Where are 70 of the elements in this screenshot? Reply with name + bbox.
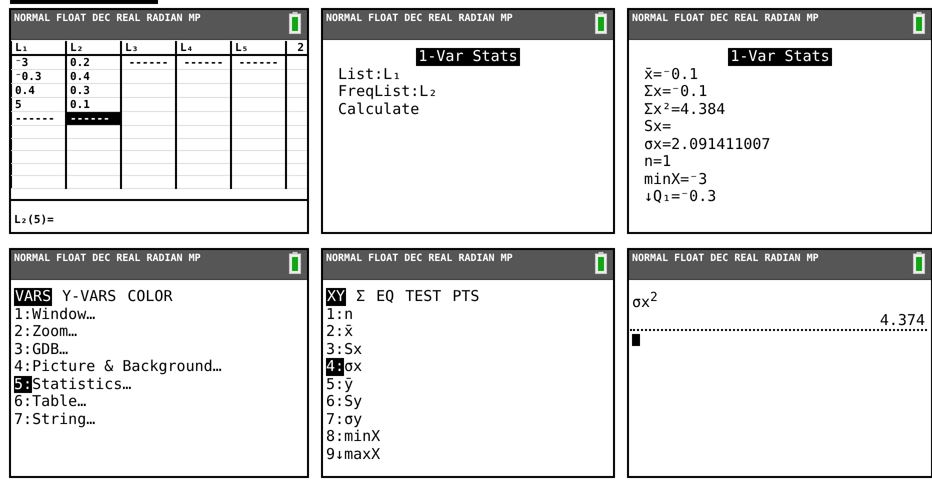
menu-item[interactable]: 5:ȳ [326,376,607,393]
menu-tab[interactable]: Y-VARS [61,288,118,306]
result-line: FreqList:L₂ [337,83,438,100]
column-header: L₁ [12,41,66,55]
menu-tab[interactable]: Σ [355,288,366,306]
result-line: σx=2.091411007 [643,136,772,153]
battery-icon [595,12,607,34]
mode-indicator: NORMAL FLOAT DEC REAL RADIAN MP [632,13,819,24]
menu-tab[interactable]: COLOR [126,288,174,306]
result-line: Σx=⁻0.1 [643,83,708,100]
result-line: minX=⁻3 [643,170,708,188]
table-cell[interactable]: ------ [121,55,176,70]
mode-indicator: NORMAL FLOAT DEC REAL RADIAN MP [632,253,819,264]
table-cell[interactable]: ⁻0.3 [12,70,66,84]
cursor [632,334,640,346]
menu-item[interactable]: 4:Picture & Background… [14,358,301,376]
result-line: x̄=⁻0.1 [643,66,700,83]
screen-title: 1-Var Stats [728,48,832,66]
table-cell[interactable]: 0.2 [66,55,121,70]
menu-item[interactable]: 5:Statistics… [14,376,301,393]
table-cell[interactable]: 0.4 [12,84,66,98]
column-header: L₅ [231,41,286,55]
result-line: Calculate [337,100,420,118]
menu-tab[interactable]: VARS [14,288,52,306]
result-line: List:L₁ [337,66,402,83]
result-line: ↓Q₁=⁻0.3 [643,188,718,206]
table-cell[interactable]: ------ [176,55,231,70]
column-header: L₂ [66,41,121,55]
table-cell[interactable]: 0.3 [66,84,121,98]
battery-icon [595,252,607,274]
entry-line: L₂(5)= [11,199,307,232]
entry-expression: σx$^{2}$ [632,288,659,312]
battery-icon [913,252,925,274]
table-cell[interactable]: ⁻3 [12,55,66,70]
table-cell[interactable]: 5 [12,98,66,112]
mode-indicator: NORMAL FLOAT DEC REAL RADIAN MP [14,13,201,24]
menu-item[interactable]: 7:String… [14,410,301,428]
result-line: n=1 [643,153,672,170]
table-cell[interactable]: ------ [66,112,121,126]
table-cell[interactable]: ------ [231,55,286,70]
table-cell[interactable]: 0.4 [66,70,121,84]
screen-title: 1-Var Stats [416,48,520,66]
result-line: Sx= [643,118,672,136]
menu-item[interactable]: 6:Sy [326,393,607,410]
menu-item[interactable]: 1:Window… [14,306,301,323]
menu-tab[interactable]: TEST [404,288,442,306]
menu-tab[interactable]: XY [326,288,346,306]
column-header: 2 [286,41,307,55]
menu-item[interactable]: 2:x̄ [326,323,607,340]
menu-item[interactable]: 6:Table… [14,393,301,410]
result-value: 4.374 [878,312,925,329]
column-header: L₃ [121,41,176,55]
menu-item[interactable]: 3:Sx [326,340,607,358]
mode-indicator: NORMAL FLOAT DEC REAL RADIAN MP [326,13,513,24]
menu-item[interactable]: 8:minX [326,428,607,446]
result-line: Σx²=4.384 [643,100,726,118]
menu-item[interactable]: 9↓maxX [326,446,607,463]
battery-icon [289,252,301,274]
menu-tab[interactable]: PTS [451,288,480,306]
menu-item[interactable]: 3:GDB… [14,340,301,358]
battery-icon [289,12,301,34]
menu-tab[interactable]: EQ [375,288,396,306]
battery-icon [913,12,925,34]
menu-item[interactable]: 4:σx [326,358,607,376]
menu-item[interactable]: 1:n [326,306,607,323]
menu-item[interactable]: 2:Zoom… [14,323,301,340]
mode-indicator: NORMAL FLOAT DEC REAL RADIAN MP [326,253,513,264]
menu-item[interactable]: 7:σy [326,410,607,428]
mode-indicator: NORMAL FLOAT DEC REAL RADIAN MP [14,253,201,264]
column-header: L₄ [176,41,231,55]
